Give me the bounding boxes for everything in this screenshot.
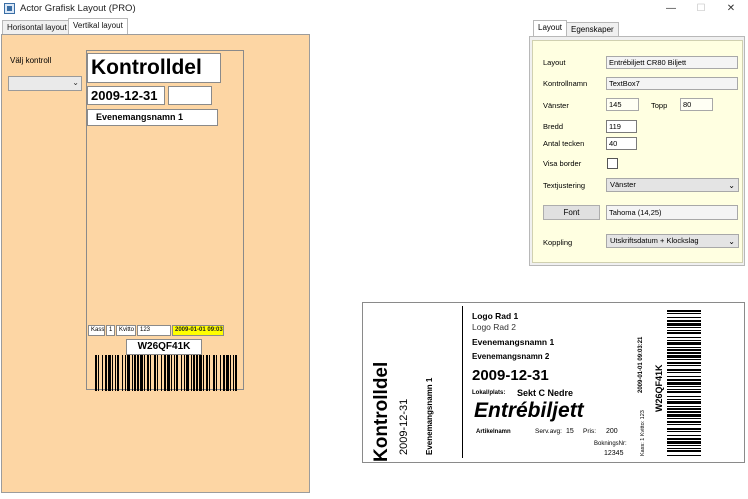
preview-logo2: Logo Rad 2 <box>472 322 516 332</box>
properties-panel <box>532 40 743 263</box>
vanster-label: Vänster <box>543 101 569 110</box>
designer-barcode[interactable] <box>95 355 239 391</box>
preview-event2: Evenemangsnamn 2 <box>472 352 550 361</box>
layout-label: Layout <box>543 58 566 67</box>
preview-service-value: 15 <box>566 428 574 435</box>
preview-side-event: Evenemangsnamn 1 <box>425 377 434 455</box>
vanster-input[interactable]: 145 <box>606 98 639 111</box>
preview-barcode <box>667 310 701 456</box>
app-icon <box>4 3 15 14</box>
tab-egenskaper[interactable]: Egenskaper <box>566 22 619 36</box>
antal-tecken-input[interactable]: 40 <box>606 137 637 150</box>
preview-venue-label: Lokal/plats: <box>472 390 506 396</box>
koppling-value: Utskriftsdatum + Klockslag <box>610 236 699 245</box>
textjustering-label: Textjustering <box>543 181 586 190</box>
preview-side-kontrolldel: Kontrolldel <box>371 361 392 462</box>
tab-horisontal-layout[interactable]: Horisontal layout <box>2 20 72 34</box>
valj-kontroll-label: Välj kontroll <box>10 56 52 65</box>
field-date[interactable]: 2009-12-31 <box>87 86 165 105</box>
field-print-datetime[interactable]: 2009-01-01 09:03:21 <box>172 325 224 336</box>
textjustering-value: Vänster <box>610 180 636 189</box>
preview-booking-label: BokningsNr: <box>594 441 627 447</box>
tab-vertikal-layout[interactable]: Vertikal layout <box>68 18 128 35</box>
bredd-label: Bredd <box>543 122 564 131</box>
close-button[interactable]: ✕ <box>718 1 744 17</box>
preview-side-code: W26QF41K <box>654 364 664 412</box>
preview-price-label: Pris: <box>583 428 596 435</box>
preview-date: 2009-12-31 <box>472 367 549 384</box>
preview-logo1: Logo Rad 1 <box>472 311 519 321</box>
minimize-button[interactable]: — <box>658 1 684 17</box>
perforation-line <box>462 306 463 458</box>
preview-article-label: Artikelnamn <box>476 429 511 435</box>
textjustering-select[interactable]: Vänster ⌄ <box>606 178 739 192</box>
valj-kontroll-select[interactable]: ⌄ <box>8 76 82 91</box>
font-button[interactable]: Font <box>543 205 600 220</box>
chevron-down-icon: ⌄ <box>728 237 735 246</box>
koppling-label: Koppling <box>543 238 573 247</box>
koppling-select[interactable]: Utskriftsdatum + Klockslag ⌄ <box>606 234 739 248</box>
kontrollnamn-value[interactable]: TextBox7 <box>606 77 738 90</box>
visa-border-checkbox[interactable] <box>607 158 618 169</box>
chevron-down-icon: ⌄ <box>728 181 735 190</box>
field-kass-label[interactable]: Kass <box>88 325 105 336</box>
maximize-button[interactable]: ☐ <box>688 1 714 17</box>
preview-event1: Evenemangsnamn 1 <box>472 337 555 347</box>
preview-side-date: 2009-12-31 <box>398 398 410 455</box>
field-kontrolldel[interactable]: Kontrolldel <box>87 53 221 83</box>
preview-side-kass: Kass: 1 Kvitto: 123 <box>640 410 646 456</box>
tab-layout[interactable]: Layout <box>533 20 568 37</box>
preview-booking-value: 12345 <box>604 450 624 457</box>
field-kass-value[interactable]: 1 <box>106 325 115 336</box>
preview-service-label: Serv.avg: <box>535 428 562 435</box>
field-empty[interactable] <box>168 86 212 105</box>
layout-value: Entrébiljett CR80 Biljett <box>606 56 738 69</box>
preview-venue-value: Sekt C Nedre <box>517 388 574 398</box>
window-title: Actor Grafisk Layout (PRO) <box>20 3 136 14</box>
field-event-name[interactable]: Evenemangsnamn 1 <box>87 109 218 126</box>
kontrollnamn-label: Kontrollnamn <box>543 79 588 88</box>
chevron-down-icon: ⌄ <box>72 78 79 87</box>
preview-side-datetime: 2009-01-01 09:03:21 <box>638 336 644 393</box>
field-code[interactable]: W26QF41K <box>126 339 202 355</box>
topp-input[interactable]: 80 <box>680 98 713 111</box>
field-kvitto-label[interactable]: Kvitto <box>116 325 136 336</box>
topp-label: Topp <box>651 101 668 110</box>
preview-entrebiljett: Entrébiljett <box>474 399 584 422</box>
field-kvitto-value[interactable]: 123 <box>137 325 171 336</box>
bredd-input[interactable]: 119 <box>606 120 637 133</box>
antal-tecken-label: Antal tecken <box>543 139 585 148</box>
visa-border-label: Visa border <box>543 159 582 168</box>
preview-price-value: 200 <box>606 428 618 435</box>
font-value: Tahoma (14,25) <box>606 205 738 220</box>
